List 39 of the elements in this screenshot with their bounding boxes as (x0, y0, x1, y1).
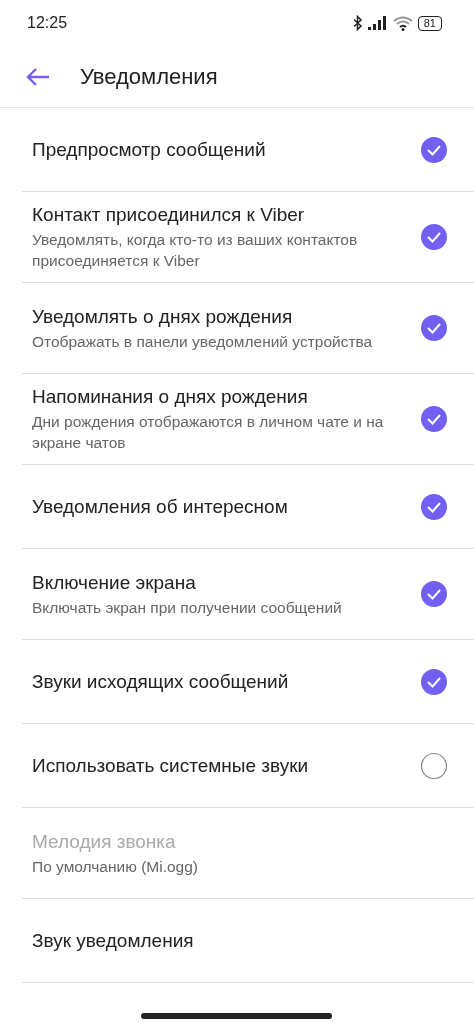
signal-icon (367, 16, 388, 30)
settings-item[interactable]: Уведомления об интересном (22, 465, 474, 549)
settings-item[interactable]: Контакт присоединился к Viber Уведомлять, когда кто-то из ваших контактов присоединяется к Viber (22, 192, 474, 283)
settings-item[interactable]: Напоминания о днях рождения Дни рождения отображаются в личном чате и на экране чатов (22, 374, 474, 465)
back-arrow-icon[interactable] (26, 66, 50, 87)
settings-item[interactable]: Звук уведомления (22, 899, 474, 983)
setting-description: Отображать в панели уведомлений устройства (32, 331, 374, 352)
checkbox[interactable] (420, 314, 448, 342)
setting-title: Уведомлять о днях рождения (32, 304, 294, 329)
checkbox[interactable] (420, 135, 448, 164)
checkbox[interactable] (420, 667, 448, 696)
setting-description: Включать экран при получении сообщений (32, 597, 343, 618)
checkbox[interactable] (420, 492, 448, 521)
setting-title: Звуки исходящих сообщений (32, 669, 290, 694)
wifi-icon (392, 15, 413, 31)
checkbox[interactable] (420, 580, 448, 608)
setting-title: Мелодия звонка (32, 829, 177, 854)
settings-item[interactable]: Звуки исходящих сообщений (22, 640, 474, 724)
checkbox[interactable] (420, 223, 448, 251)
setting-title: Предпросмотр сообщений (32, 137, 267, 162)
checkbox[interactable] (420, 751, 448, 780)
settings-item[interactable]: Включение экрана Включать экран при получении сообщений (22, 549, 474, 640)
setting-description: Дни рождения отображаются в личном чате и на экране чатов (32, 412, 385, 453)
setting-title: Использовать системные звуки (32, 753, 310, 778)
status-time: 12:25 (27, 14, 68, 32)
checkbox[interactable] (420, 405, 448, 433)
setting-title: Контакт присоединился к Viber (32, 203, 306, 227)
battery-indicator: 81 (417, 15, 442, 31)
setting-title: Напоминания о днях рождения (32, 385, 309, 409)
setting-title: Уведомления об интересном (32, 494, 289, 519)
setting-title: Звук уведомления (32, 928, 195, 953)
settings-item[interactable]: Использовать системные звуки (22, 724, 474, 808)
setting-description: По умолчанию (Mi.ogg) (32, 856, 199, 877)
setting-description: Уведомлять, когда кто-то из ваших контактов присоединяется к Viber (32, 230, 359, 271)
settings-item[interactable]: Предпросмотр сообщений (22, 108, 474, 192)
bluetooth-icon (352, 15, 363, 31)
screen-title: Уведомления (80, 63, 218, 90)
settings-item[interactable]: Уведомлять о днях рождения Отображать в панели уведомлений устройства (22, 283, 474, 374)
setting-title: Включение экрана (32, 570, 197, 595)
